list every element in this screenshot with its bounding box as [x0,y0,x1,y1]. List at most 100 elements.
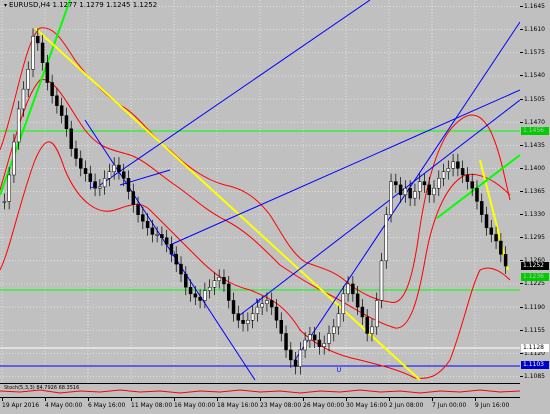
trendline-yellow-2[interactable] [479,159,509,271]
candle-body [446,168,451,172]
candle-body [16,108,21,143]
candle-body [269,300,274,308]
candle-body [408,187,412,199]
candle-body [12,141,16,176]
candle-body [69,128,73,149]
price-tick: 1.1295 [520,234,545,242]
candle-body [160,234,164,238]
candle-body [298,349,303,367]
price-level-badge: 1.1103 [521,360,549,369]
candle-body [432,187,436,196]
chart-window[interactable]: ∪ ∪ ∪ ∪ ▾ EURUSD,H4 1.1277 1.1279 1.1245 … [0,0,550,413]
stochastic-subwindow[interactable]: Stoch(5,3,3) 84.7926 68.3516 [0,383,521,398]
candle-body [21,88,26,110]
candle-body [417,181,422,192]
trendline-green-2[interactable] [436,154,520,219]
candle-body [2,201,7,203]
candle-body [121,171,126,179]
candle-body [317,339,322,347]
candle-body [427,184,431,196]
candle-body [308,334,312,341]
time-tick: 23 May 08:00 [260,398,302,409]
candle-body [327,333,331,344]
time-tick: 9 Jun 16:00 [475,398,510,409]
candle-body [40,42,45,63]
candle-body [279,320,284,334]
candle-body [303,339,307,351]
price-tick: 1.1330 [520,211,545,219]
candle-body [55,95,59,106]
candle-body [265,300,269,305]
candle-body [45,62,50,83]
candle-body [451,161,455,169]
trendline-yellow-1[interactable] [34,27,421,381]
candle-body [312,334,317,341]
candle-body [31,36,35,70]
price-tick: 1.1155 [520,326,545,334]
candle-body [74,148,78,159]
trendline-blue-5[interactable] [294,21,520,361]
candle-body [365,316,369,334]
candle-body [479,201,484,215]
candle-body [460,168,465,176]
candle-body [222,277,226,285]
bollinger-middle [0,79,511,329]
candle-body [422,181,427,186]
swing-mark: ∪ [170,249,176,258]
candle-body [145,220,150,229]
candle-body [231,300,236,314]
candle-body [332,326,336,334]
candle-body [155,234,159,236]
candle-body [289,349,293,361]
candle-body [198,296,202,301]
candle-body [494,234,498,242]
time-tick: 6 May 16:00 [88,398,126,409]
candle-body [59,105,64,116]
price-tick: 1.1505 [520,95,545,103]
candle-body [212,280,217,288]
candle-body [117,164,121,172]
price-level-badge: 1.1252 [521,262,549,271]
candle-body [36,36,40,44]
candle-body [126,178,131,192]
candle-body [150,227,155,235]
time-axis[interactable]: 19 Apr 2016 4 May 00:00 6 May 16:00 11 May … [0,397,520,414]
trendline-blue-2[interactable] [99,0,371,186]
candle-body [274,306,279,321]
price-tick: 1.1540 [520,72,545,80]
candle-body [50,82,54,97]
candle-body [284,333,288,351]
time-tick: 11 May 08:00 [131,398,173,409]
candle-body [355,293,360,308]
price-tick: 1.1470 [520,118,545,126]
candle-body [503,253,508,267]
price-tick: 1.1365 [520,188,545,195]
time-tick: 2 Jun 08:00 [389,398,424,409]
candle-body [370,326,374,334]
candle-body [141,214,145,222]
candle-body [489,227,494,235]
price-plot[interactable]: ∪ ∪ ∪ ∪ ▾ EURUSD,H4 1.1277 1.1279 1.1245 … [0,0,520,383]
bollinger-upper [0,27,511,303]
candle-body [499,240,503,255]
candle-body [217,277,221,281]
candle-body [241,320,245,324]
candle-body [336,313,341,328]
price-tick: 1.1190 [520,303,545,311]
price-plot-svg: ∪ ∪ ∪ ∪ [0,0,520,383]
candle-body [207,287,212,291]
price-tick: 1.1645 [520,3,545,11]
grid [0,0,520,383]
time-tick: 19 Apr 2016 [2,398,40,409]
candle-body [250,313,255,321]
chart-title: ▾ EURUSD,H4 1.1277 1.1279 1.1245 1.1252 [4,1,157,9]
price-axis[interactable]: 1.1645 1.1610 1.1575 1.1540 1.1505 1.1470 1.14… [520,0,550,383]
chart-window-icon: ▾ [4,2,8,9]
swing-mark: ∪ [336,365,342,374]
candle-body [398,184,403,196]
candle-body [394,181,398,186]
candle-body [112,164,116,172]
candle-body [437,178,441,189]
price-level-badge: 1.1128 [521,344,549,352]
candle-body [360,306,365,318]
